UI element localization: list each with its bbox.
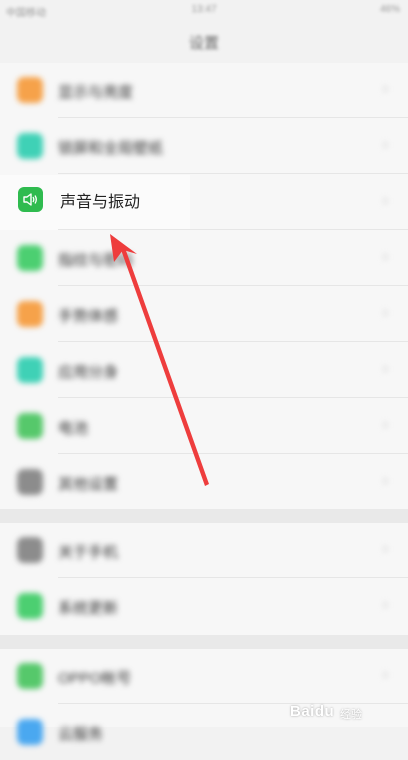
annotation-arrow <box>110 234 209 486</box>
watermark-brand: Baidu <box>290 703 335 720</box>
baidu-watermark: Baidu 经验 <box>290 701 388 723</box>
watermark-sub: 经验 <box>340 709 362 721</box>
